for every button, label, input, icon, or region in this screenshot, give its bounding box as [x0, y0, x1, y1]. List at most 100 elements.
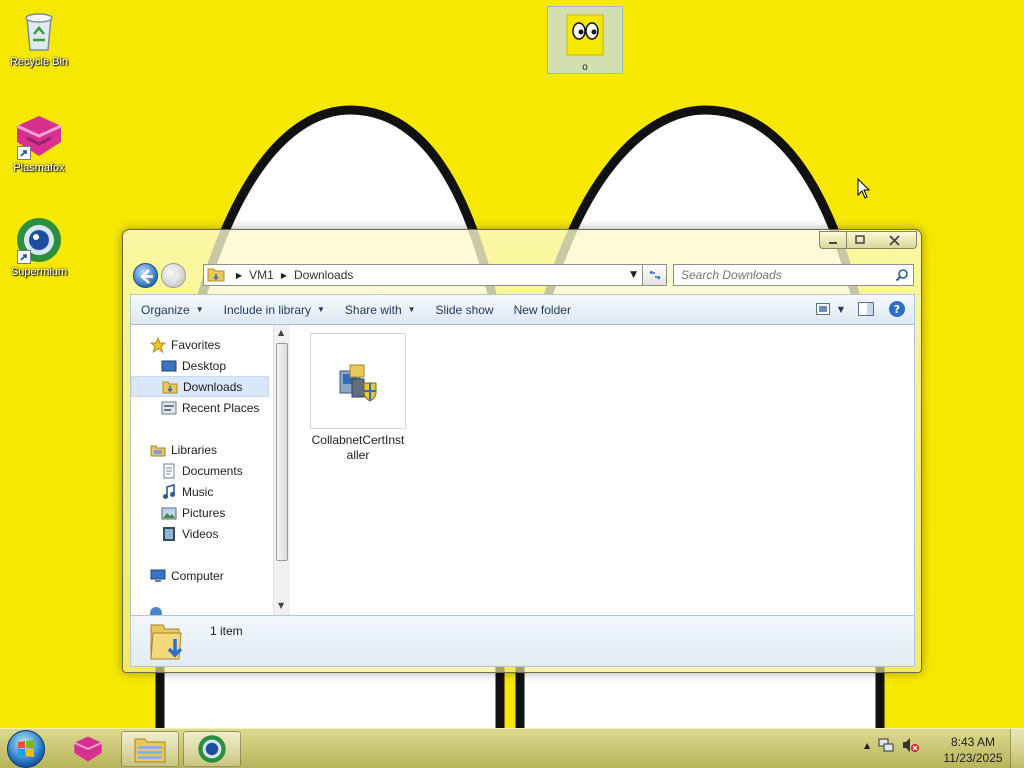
breadcrumb-separator-icon: ▶ [280, 270, 287, 280]
include-in-library-label: Include in library [223, 302, 311, 317]
nav-item-downloads[interactable]: Downloads [131, 376, 269, 397]
address-dropdown-icon[interactable]: ▼ [630, 270, 637, 280]
computer-icon [150, 569, 166, 582]
taskbar: ▲ 8:43 AM 11/23/2025 [0, 728, 1024, 768]
desktop-icon-label: Plasmafox [13, 162, 65, 174]
close-icon [889, 234, 900, 246]
star-icon [150, 336, 166, 353]
file-name: CollabnetCertInstaller [311, 433, 405, 462]
system-tray: ▲ [864, 737, 920, 753]
nav-item-videos[interactable]: Videos [131, 523, 269, 544]
close-button[interactable] [873, 231, 917, 249]
nav-item-libraries[interactable]: Libraries [131, 439, 269, 460]
plasmafox-icon [15, 112, 63, 160]
share-with-menu[interactable]: Share with ▼ [335, 295, 426, 324]
nav-item-label: Downloads [183, 379, 243, 394]
mouse-cursor-icon [857, 178, 871, 199]
taskbar-app-supermium[interactable] [183, 731, 241, 767]
scroll-down-icon[interactable]: ▼ [278, 601, 284, 610]
clock[interactable]: 8:43 AM 11/23/2025 [940, 734, 1006, 766]
desktop-icon-selected[interactable]: o [547, 6, 623, 74]
refresh-icon [648, 270, 661, 280]
navigation-scrollbar[interactable]: ▲ ▼ [273, 325, 290, 615]
back-button[interactable] [133, 263, 158, 288]
file-list: CollabnetCertInstaller [291, 325, 914, 615]
nav-item-desktop[interactable]: Desktop [131, 355, 269, 376]
address-bar[interactable]: ▶ VM1 ▶ Downloads ▼ [203, 264, 643, 286]
preview-pane-icon[interactable] [858, 302, 874, 316]
desktop-icon-recycle-bin[interactable]: Recycle Bin [1, 6, 77, 68]
taskbar-app-explorer[interactable] [121, 731, 179, 767]
explorer-window[interactable]: ▶ VM1 ▶ Downloads ▼ Organize ▼ Include in… [122, 229, 922, 673]
view-controls: ▼ ? [815, 300, 906, 318]
explorer-body: Favorites Desktop Downloads Recent Place… [130, 325, 915, 615]
minimize-button[interactable] [819, 231, 846, 249]
scroll-up-icon[interactable]: ▲ [278, 328, 284, 337]
window-controls [819, 231, 917, 249]
nav-item-label: Computer [171, 568, 224, 583]
command-bar: Organize ▼ Include in library ▼ Share with… [130, 294, 915, 325]
nav-item-label: Pictures [182, 505, 226, 520]
slide-show-label: Slide show [435, 302, 494, 317]
nav-item-documents[interactable]: Documents [131, 460, 269, 481]
include-in-library-menu[interactable]: Include in library ▼ [214, 295, 335, 324]
explorer-icon [134, 738, 166, 763]
breadcrumb-item-downloads[interactable]: Downloads [294, 268, 353, 282]
search-input[interactable] [674, 265, 889, 285]
organize-menu[interactable]: Organize ▼ [131, 295, 214, 324]
share-with-label: Share with [344, 302, 402, 317]
nav-item-label: Documents [182, 463, 243, 478]
network-status-icon[interactable] [878, 737, 894, 753]
show-desktop-button[interactable] [1010, 729, 1024, 768]
start-button[interactable] [7, 730, 45, 768]
view-icon [815, 303, 830, 315]
desktop-icon-plasmafox[interactable]: Plasmafox [1, 112, 77, 174]
nav-item-label: Recent Places [182, 400, 260, 415]
nav-item-music[interactable]: Music [131, 481, 269, 502]
nav-item-label: Libraries [171, 442, 218, 457]
change-view-button[interactable]: ▼ [815, 303, 844, 315]
search-icon[interactable] [895, 268, 909, 282]
documents-icon [163, 463, 175, 478]
back-arrow-icon [140, 269, 153, 284]
chevron-down-icon: ▼ [317, 305, 325, 314]
slide-show-button[interactable]: Slide show [426, 295, 504, 324]
volume-muted-icon[interactable] [902, 737, 920, 753]
nav-item-recent-places[interactable]: Recent Places [131, 397, 269, 418]
folder-icon [207, 266, 229, 284]
videos-icon [163, 526, 175, 541]
navigation-pane: Favorites Desktop Downloads Recent Place… [131, 325, 273, 615]
scrollbar-thumb[interactable] [276, 343, 288, 561]
desktop-icon-label: o [582, 62, 588, 73]
clock-date: 11/23/2025 [943, 751, 1003, 765]
nav-item-pictures[interactable]: Pictures [131, 502, 269, 523]
maximize-button[interactable] [846, 231, 873, 249]
desktop-icon-label: Supermium [10, 266, 68, 278]
forward-button[interactable] [161, 263, 186, 288]
file-item[interactable]: CollabnetCertInstaller [310, 333, 406, 463]
file-thumbnail [310, 333, 406, 429]
nav-item-computer[interactable]: Computer [131, 565, 269, 586]
windows-logo-icon [18, 740, 34, 757]
nav-item-favorites[interactable]: Favorites [131, 334, 269, 355]
item-count: 1 item [210, 624, 243, 638]
desktop-icon-label: Recycle Bin [9, 56, 69, 68]
new-folder-button[interactable]: New folder [504, 295, 581, 324]
details-pane: 1 item [130, 615, 915, 667]
organize-label: Organize [141, 302, 190, 317]
search-box[interactable] [673, 264, 914, 286]
show-hidden-icons-icon[interactable]: ▲ [864, 741, 870, 750]
desktop-icon-supermium[interactable]: Supermium [1, 216, 77, 278]
clock-time: 8:43 AM [950, 735, 996, 749]
plasmafox-icon [73, 736, 103, 762]
taskbar-app-plasmafox[interactable] [59, 731, 117, 767]
refresh-button[interactable] [643, 264, 667, 286]
nav-item-label: Music [182, 484, 214, 499]
face-icon [561, 11, 609, 59]
recycle-bin-icon [15, 6, 63, 54]
libraries-icon [150, 445, 166, 456]
help-icon[interactable]: ? [888, 300, 906, 318]
nav-item-label: Favorites [171, 337, 221, 352]
supermium-icon [15, 216, 63, 264]
breadcrumb-item-vm1[interactable]: VM1 [249, 268, 274, 282]
